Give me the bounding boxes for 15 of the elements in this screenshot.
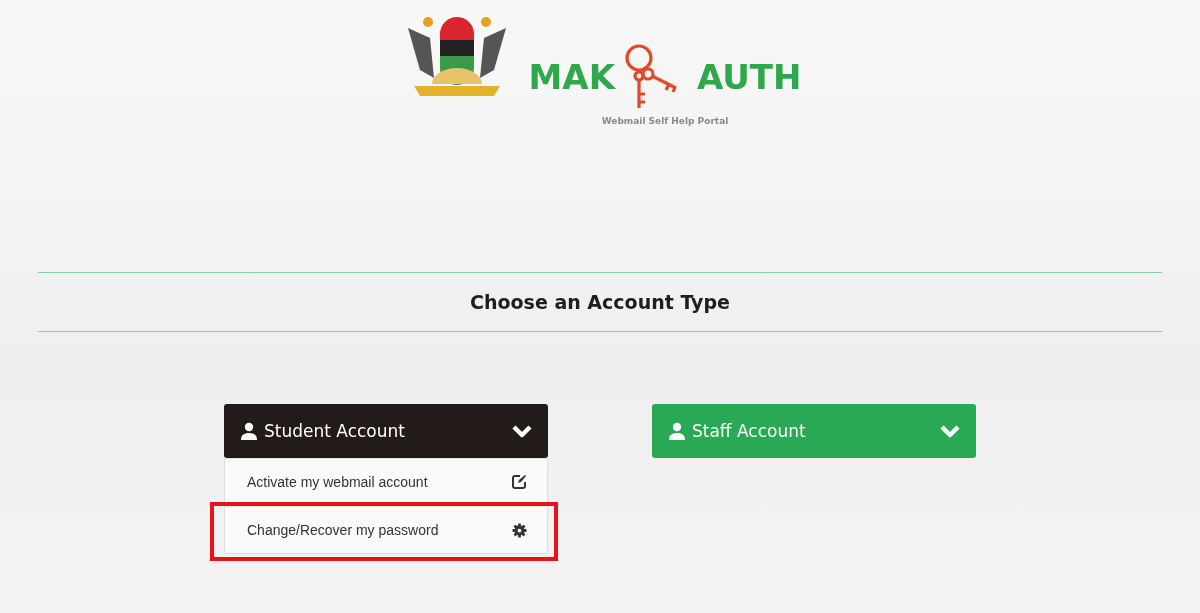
brand-name: AUTH [697, 57, 802, 97]
menu-item[interactable]: Change/Recover my password [225, 506, 547, 553]
account-dropdown-button[interactable]: Student Account [224, 404, 548, 458]
brand-name: MAK [528, 57, 615, 97]
edit-icon [511, 474, 527, 490]
chevron-down-icon [940, 424, 960, 438]
settings-icon [512, 522, 527, 538]
user-icon [668, 422, 686, 440]
menu-item[interactable]: Activate my webmail account [225, 458, 547, 505]
page-heading: Choose an Account Type [470, 291, 730, 313]
subtitle: Webmail Self Help Portal [601, 116, 729, 126]
chevron-down-icon [512, 424, 532, 438]
user-icon [240, 422, 258, 440]
menu-item-label: Change/Recover my password [247, 522, 439, 538]
menu-item-label: Activate my webmail account [247, 474, 428, 490]
